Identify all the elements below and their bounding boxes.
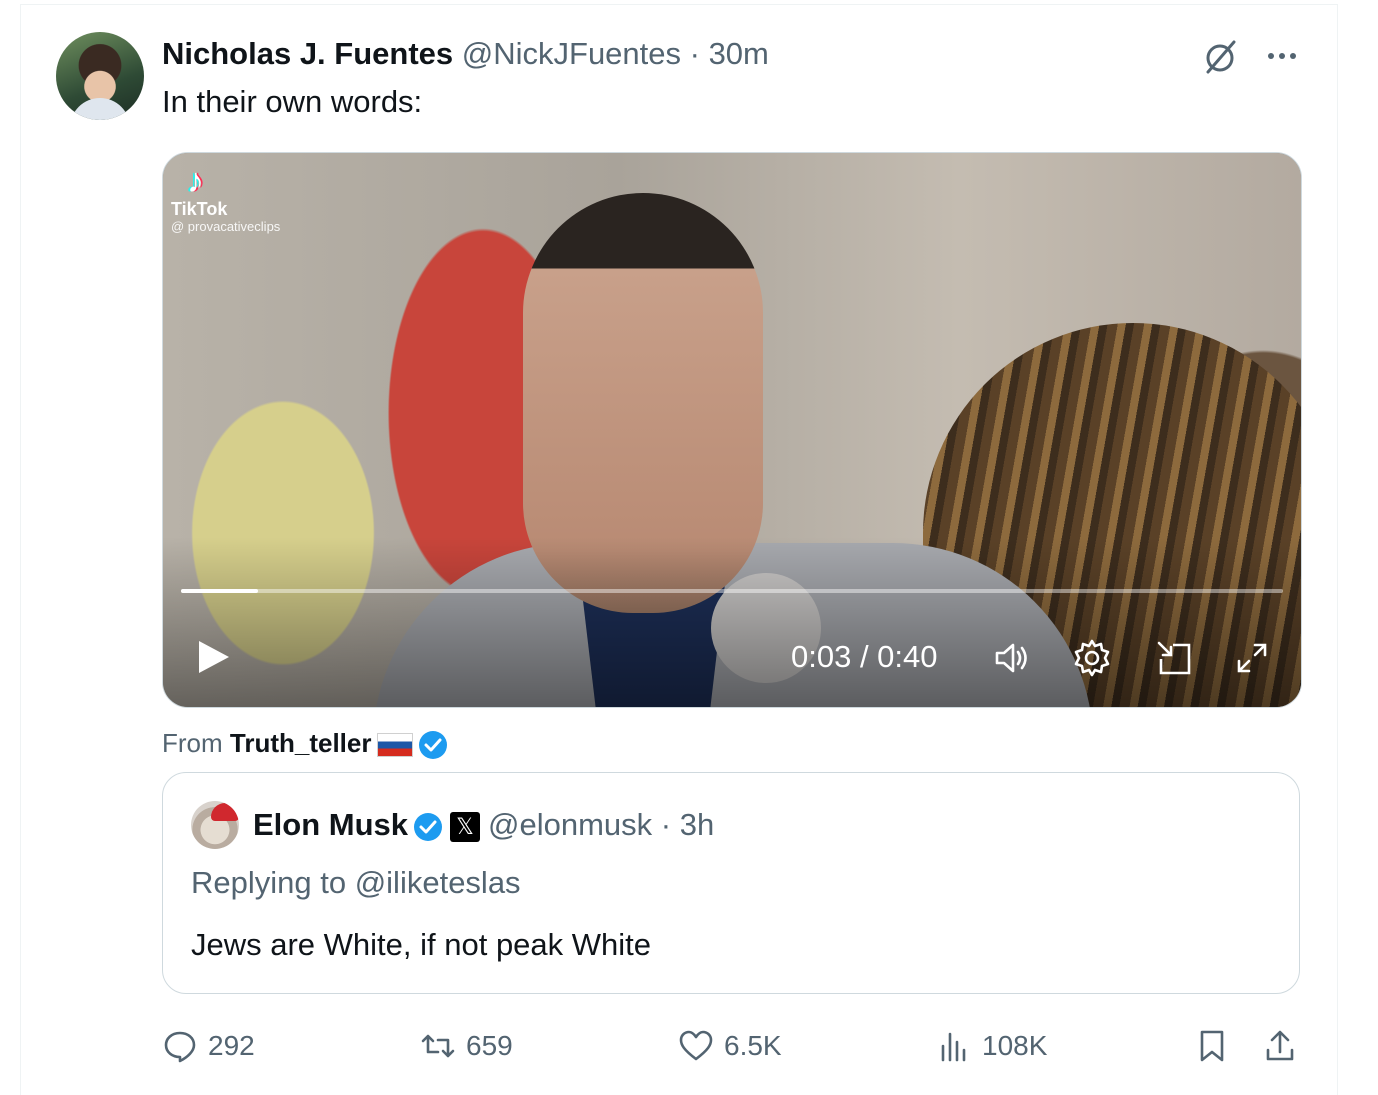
volume-icon[interactable] [991, 637, 1033, 679]
reply-count: 292 [208, 1030, 255, 1061]
more-options-icon[interactable] [1262, 36, 1302, 76]
grok-icon[interactable] [1200, 36, 1240, 76]
watermark-brand: TikTok [171, 199, 228, 219]
settings-gear-icon[interactable] [1071, 637, 1113, 679]
play-icon[interactable] [193, 637, 233, 677]
video-progress-fill [181, 589, 259, 593]
tweet-header: Nicholas J. Fuentes @NickJFuentes · 30m [162, 34, 769, 74]
russian-flag-icon [377, 733, 414, 758]
reply-bubble-icon [164, 1031, 196, 1063]
quoted-tweet-text: Jews are White, if not peak White [191, 927, 652, 962]
bookmark-icon [1200, 1030, 1224, 1062]
heart-icon [679, 1030, 713, 1061]
quoted-author-handle-time: @elonmusk · 3h [488, 807, 715, 842]
watermark-handle: @ provacativeclips [171, 219, 281, 234]
x-affiliation-icon: 𝕏 [450, 811, 481, 842]
santa-hat-icon [211, 803, 239, 821]
share-button[interactable] [1262, 1024, 1308, 1068]
author-name[interactable]: Nicholas J. Fuentes [162, 36, 453, 71]
quoted-author-avatar[interactable] [191, 801, 239, 849]
like-button[interactable]: 6.5K [678, 1024, 782, 1068]
tiktok-watermark: ♪ TikTok @ provacativeclips [171, 163, 280, 235]
tweet-actions-bar: 292 659 6.5K 108K [0, 1024, 1378, 1068]
bookmark-button[interactable] [1194, 1024, 1240, 1068]
repost-count: 659 [466, 1030, 513, 1061]
tweet-text: In their own words: [162, 84, 423, 119]
quoted-tweet[interactable]: Elon Musk 𝕏 @elonmusk · 3h Replying to @il… [162, 772, 1300, 994]
author-handle-time[interactable]: @NickJFuentes · 30m [462, 36, 769, 71]
views-count: 108K [982, 1030, 1048, 1061]
tiktok-icon: ♪ [187, 162, 204, 200]
like-count: 6.5K [724, 1030, 782, 1061]
quoted-author-name[interactable]: Elon Musk [253, 807, 408, 842]
author-avatar[interactable] [56, 32, 144, 120]
video-controls-gradient [163, 537, 1301, 707]
repost-icon [421, 1034, 455, 1058]
video-source-attribution: From Truth_teller [162, 726, 449, 761]
replying-to-text[interactable]: Replying to @iliketeslas [191, 863, 521, 903]
video-timecode: 0:03 / 0:40 [791, 639, 938, 674]
video-player[interactable]: ♪ TikTok @ provacativeclips 0:03 / 0:40 [162, 152, 1302, 708]
repost-button[interactable]: 659 [420, 1024, 513, 1068]
fullscreen-icon[interactable] [1231, 637, 1273, 679]
avatar-shirt [70, 98, 130, 120]
views-button[interactable]: 108K [936, 1024, 1047, 1068]
source-prefix: From [162, 728, 230, 758]
share-upload-icon [1266, 1030, 1294, 1061]
reply-button[interactable]: 292 [162, 1024, 255, 1068]
picture-in-picture-icon[interactable] [1153, 637, 1195, 679]
analytics-bars-icon [941, 1032, 966, 1062]
verified-badge-icon [419, 731, 448, 760]
verified-badge-icon [414, 812, 443, 841]
quoted-tweet-header: Elon Musk 𝕏 @elonmusk · 3h [253, 805, 714, 845]
video-progress-bar[interactable] [181, 589, 1283, 593]
source-name[interactable]: Truth_teller [230, 728, 372, 758]
